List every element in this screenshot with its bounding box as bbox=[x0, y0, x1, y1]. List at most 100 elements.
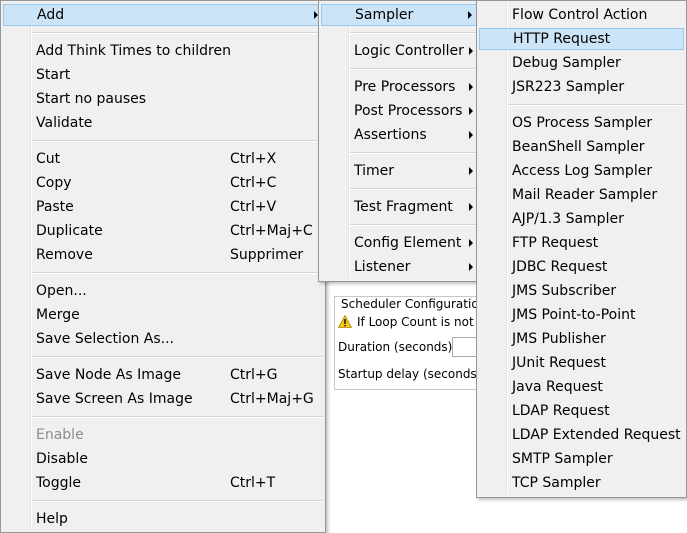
menu-item-shortcut: Ctrl+Maj+G bbox=[230, 391, 314, 407]
menu-separator bbox=[350, 68, 477, 70]
menu-item-label: OS Process Sampler bbox=[512, 115, 653, 131]
menu-separator bbox=[32, 140, 323, 142]
menu-item-add-think-times[interactable]: Add Think Times to children bbox=[3, 40, 323, 62]
menu-item-label: Timer bbox=[354, 163, 395, 179]
menu-item-duplicate[interactable]: Duplicate Ctrl+Maj+C bbox=[3, 220, 323, 242]
submenu-item-test-fragment[interactable]: Test Fragment bbox=[321, 196, 477, 218]
sampler-item-beanshell-sampler[interactable]: BeanShell Sampler bbox=[479, 136, 684, 158]
menu-item-remove[interactable]: Remove Supprimer bbox=[3, 244, 323, 266]
submenu-item-timer[interactable]: Timer bbox=[321, 160, 477, 182]
menu-item-copy[interactable]: Copy Ctrl+C bbox=[3, 172, 323, 194]
menu-item-label: LDAP Request bbox=[512, 403, 610, 419]
sampler-item-java-request[interactable]: Java Request bbox=[479, 376, 684, 398]
warning-icon bbox=[338, 315, 352, 328]
menu-separator bbox=[350, 188, 477, 190]
sampler-item-ldap-extended-request[interactable]: LDAP Extended Request bbox=[479, 424, 684, 446]
sampler-item-junit-request[interactable]: JUnit Request bbox=[479, 352, 684, 374]
sampler-item-http-request[interactable]: HTTP Request bbox=[479, 28, 684, 50]
menu-item-label: Paste bbox=[36, 199, 74, 215]
menu-item-label: Debug Sampler bbox=[512, 55, 621, 71]
menu-item-label: SMTP Sampler bbox=[512, 451, 613, 467]
duration-label: Duration (seconds) bbox=[338, 340, 453, 354]
startup-delay-label: Startup delay (seconds) bbox=[338, 367, 482, 381]
sampler-item-jms-subscriber[interactable]: JMS Subscriber bbox=[479, 280, 684, 302]
menu-item-label: Listener bbox=[354, 259, 411, 275]
scheduler-warning: If Loop Count is not - bbox=[338, 315, 482, 329]
menu-item-help[interactable]: Help bbox=[3, 508, 323, 530]
sampler-item-mail-reader-sampler[interactable]: Mail Reader Sampler bbox=[479, 184, 684, 206]
submenu-item-sampler[interactable]: Sampler bbox=[321, 4, 477, 26]
menu-item-paste[interactable]: Paste Ctrl+V bbox=[3, 196, 323, 218]
menu-item-label: Logic Controller bbox=[354, 43, 464, 59]
sampler-item-jsr223-sampler[interactable]: JSR223 Sampler bbox=[479, 76, 684, 98]
menu-item-label: Start no pauses bbox=[36, 91, 147, 107]
submenu-item-config-element[interactable]: Config Element bbox=[321, 232, 477, 254]
submenu-item-pre-processors[interactable]: Pre Processors bbox=[321, 76, 477, 98]
submenu-arrow-icon bbox=[469, 263, 473, 271]
menu-item-label: Validate bbox=[36, 115, 93, 131]
menu-item-label: Add Think Times to children bbox=[36, 43, 231, 59]
menu-item-add[interactable]: Add bbox=[3, 4, 323, 26]
sampler-item-access-log-sampler[interactable]: Access Log Sampler bbox=[479, 160, 684, 182]
menu-item-cut[interactable]: Cut Ctrl+X bbox=[3, 148, 323, 170]
menu-item-label: Enable bbox=[36, 427, 84, 443]
menu-item-merge[interactable]: Merge bbox=[3, 304, 323, 326]
menu-item-shortcut: Ctrl+T bbox=[230, 475, 276, 491]
menu-item-save-screen-as-image[interactable]: Save Screen As Image Ctrl+Maj+G bbox=[3, 388, 323, 410]
menu-item-label: AJP/1.3 Sampler bbox=[512, 211, 624, 227]
sampler-item-jdbc-request[interactable]: JDBC Request bbox=[479, 256, 684, 278]
menu-item-label: FTP Request bbox=[512, 235, 599, 251]
submenu-arrow-icon bbox=[469, 203, 473, 211]
menu-item-toggle[interactable]: Toggle Ctrl+T bbox=[3, 472, 323, 494]
menu-item-label: BeanShell Sampler bbox=[512, 139, 645, 155]
menu-item-label: HTTP Request bbox=[513, 31, 611, 47]
menu-item-label: LDAP Extended Request bbox=[512, 427, 681, 443]
menu-separator bbox=[32, 356, 323, 358]
submenu-item-listener[interactable]: Listener bbox=[321, 256, 477, 278]
sampler-item-os-process-sampler[interactable]: OS Process Sampler bbox=[479, 112, 684, 134]
sampler-item-smtp-sampler[interactable]: SMTP Sampler bbox=[479, 448, 684, 470]
menu-item-save-selection-as[interactable]: Save Selection As... bbox=[3, 328, 323, 350]
sampler-submenu: Flow Control Action HTTP Request Debug S… bbox=[476, 0, 687, 498]
menu-item-label: Start bbox=[36, 67, 71, 83]
menu-item-label: Cut bbox=[36, 151, 61, 167]
sampler-item-ajp-sampler[interactable]: AJP/1.3 Sampler bbox=[479, 208, 684, 230]
menu-item-save-node-as-image[interactable]: Save Node As Image Ctrl+G bbox=[3, 364, 323, 386]
menu-item-label: TCP Sampler bbox=[512, 475, 601, 491]
menu-item-label: Post Processors bbox=[354, 103, 463, 119]
menu-item-label: Sampler bbox=[355, 7, 414, 23]
menu-item-open[interactable]: Open... bbox=[3, 280, 323, 302]
menu-item-validate[interactable]: Validate bbox=[3, 112, 323, 134]
sampler-item-jms-publisher[interactable]: JMS Publisher bbox=[479, 328, 684, 350]
menu-separator bbox=[508, 104, 684, 106]
menu-item-shortcut: Ctrl+X bbox=[230, 151, 277, 167]
menu-item-label: JMS Point-to-Point bbox=[512, 307, 636, 323]
menu-separator bbox=[350, 152, 477, 154]
sampler-item-jms-point-to-point[interactable]: JMS Point-to-Point bbox=[479, 304, 684, 326]
menu-item-label: Pre Processors bbox=[354, 79, 456, 95]
submenu-item-post-processors[interactable]: Post Processors bbox=[321, 100, 477, 122]
submenu-arrow-icon bbox=[468, 11, 472, 19]
sampler-item-ftp-request[interactable]: FTP Request bbox=[479, 232, 684, 254]
submenu-item-assertions[interactable]: Assertions bbox=[321, 124, 477, 146]
menu-item-label: Config Element bbox=[354, 235, 462, 251]
menu-item-label: Merge bbox=[36, 307, 80, 323]
menu-item-disable[interactable]: Disable bbox=[3, 448, 323, 470]
menu-item-label: Access Log Sampler bbox=[512, 163, 653, 179]
menu-item-label: JUnit Request bbox=[512, 355, 606, 371]
menu-item-start[interactable]: Start bbox=[3, 64, 323, 86]
menu-item-label: Save Node As Image bbox=[36, 367, 181, 383]
menu-item-label: JMS Subscriber bbox=[512, 283, 617, 299]
menu-item-label: Flow Control Action bbox=[512, 7, 648, 23]
sampler-item-flow-control-action[interactable]: Flow Control Action bbox=[479, 4, 684, 26]
sampler-item-debug-sampler[interactable]: Debug Sampler bbox=[479, 52, 684, 74]
menu-item-shortcut: Supprimer bbox=[230, 247, 304, 263]
submenu-item-logic-controller[interactable]: Logic Controller bbox=[321, 40, 477, 62]
menu-item-start-no-pauses[interactable]: Start no pauses bbox=[3, 88, 323, 110]
context-menu: Add Add Think Times to children Start St… bbox=[0, 0, 326, 533]
menu-item-label: Help bbox=[36, 511, 68, 527]
menu-item-label: Test Fragment bbox=[354, 199, 453, 215]
sampler-item-tcp-sampler[interactable]: TCP Sampler bbox=[479, 472, 684, 494]
sampler-item-ldap-request[interactable]: LDAP Request bbox=[479, 400, 684, 422]
menu-separator bbox=[32, 272, 323, 274]
